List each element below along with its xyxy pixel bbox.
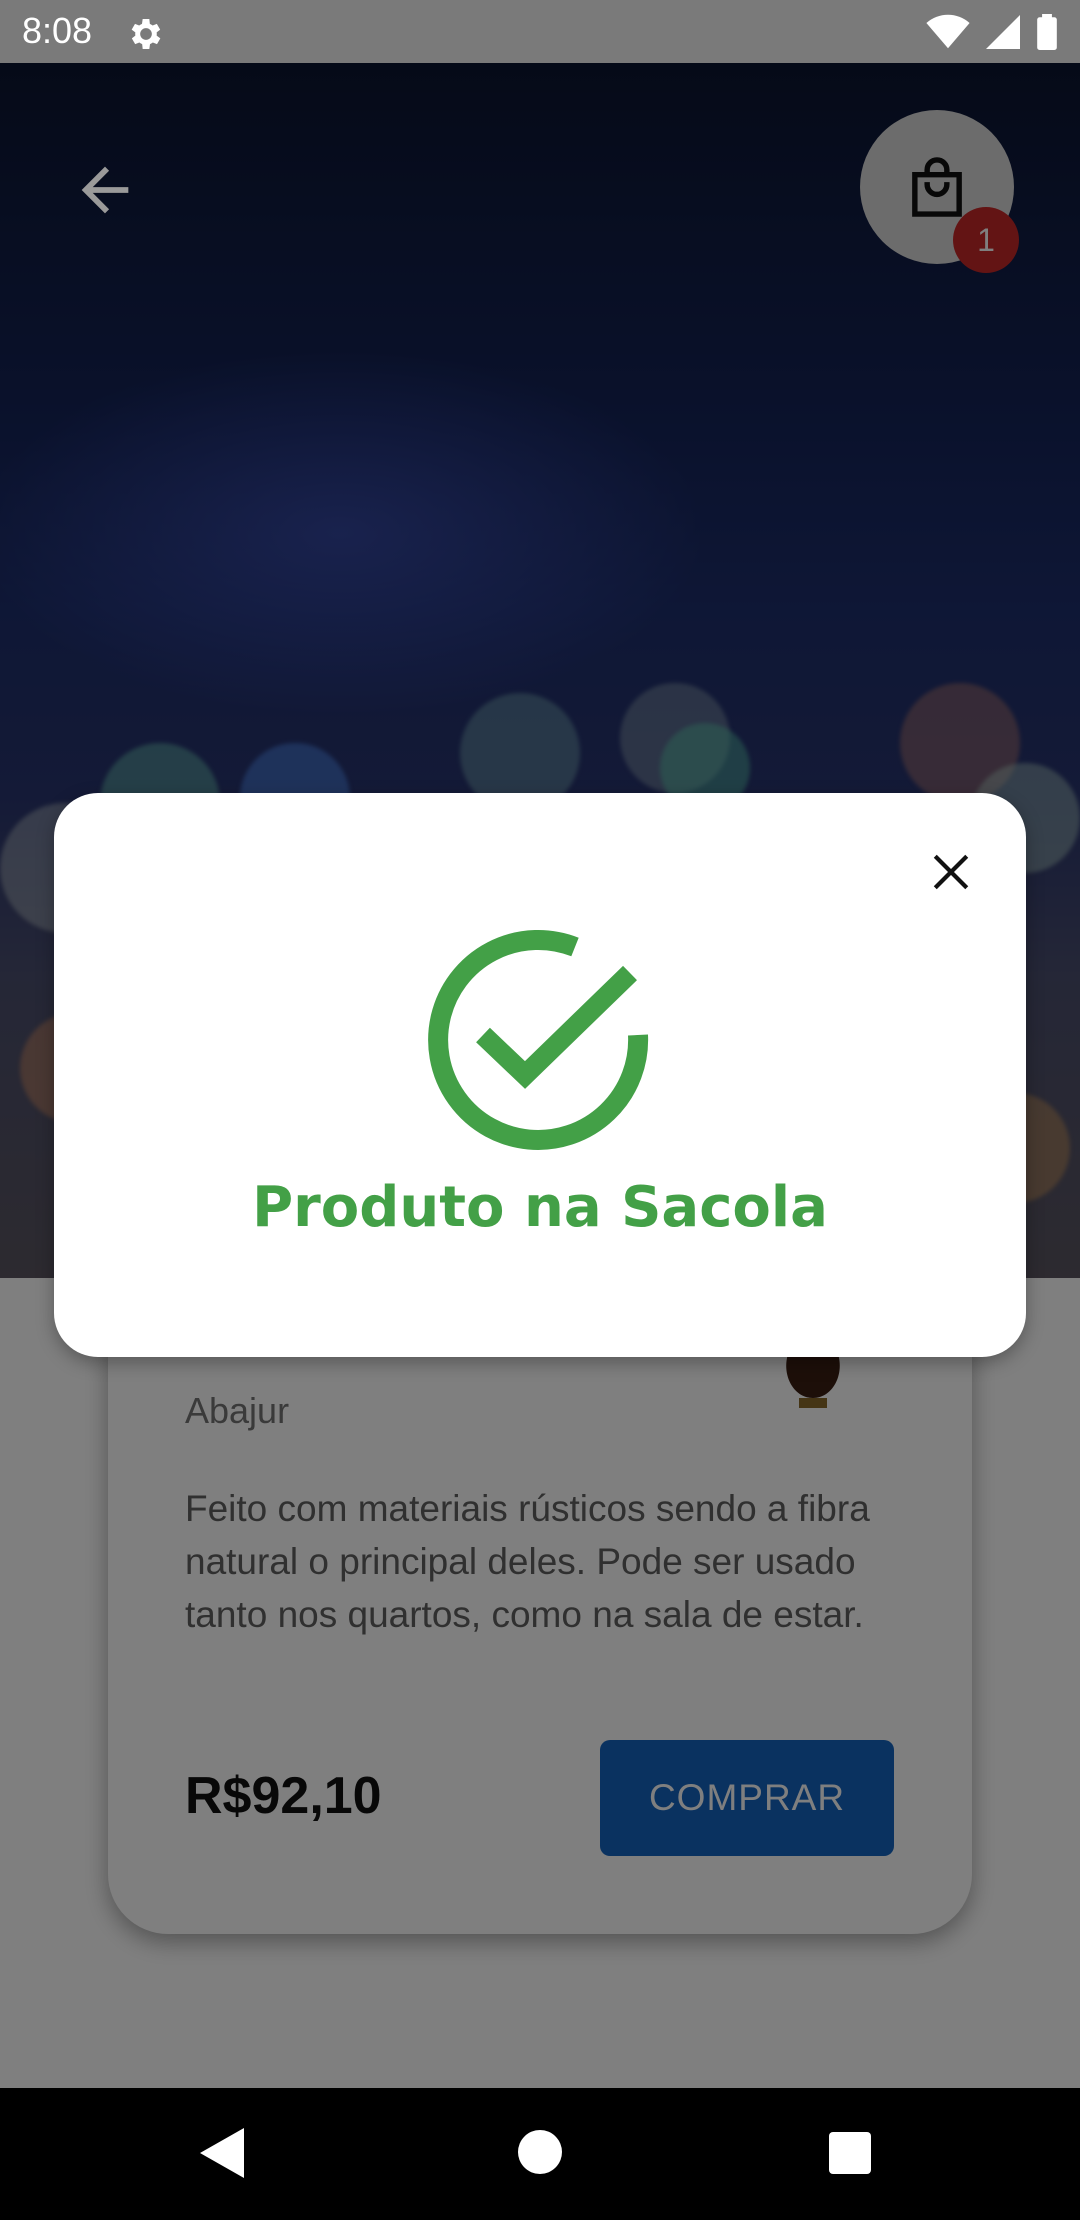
nav-home-icon[interactable] [518, 2130, 562, 2174]
nav-back-icon[interactable] [200, 2128, 246, 2178]
arrow-back-icon[interactable] [70, 155, 140, 225]
dialog-title: Produto na Sacola [252, 1175, 828, 1240]
wifi-icon [926, 14, 970, 49]
close-button[interactable] [916, 837, 986, 907]
check-circle-icon [428, 930, 649, 1150]
close-icon [933, 854, 969, 890]
signal-icon [986, 15, 1020, 49]
nav-recent-icon[interactable] [829, 2132, 871, 2174]
screen: 8:08 1 [0, 0, 1080, 2220]
status-bar: 8:08 [0, 0, 1080, 63]
battery-icon [1037, 14, 1057, 50]
status-time: 8:08 [22, 10, 93, 51]
added-to-bag-dialog: Produto na Sacola [54, 793, 1026, 1357]
settings-icon [131, 19, 161, 49]
navigation-bar [0, 2088, 1080, 2220]
